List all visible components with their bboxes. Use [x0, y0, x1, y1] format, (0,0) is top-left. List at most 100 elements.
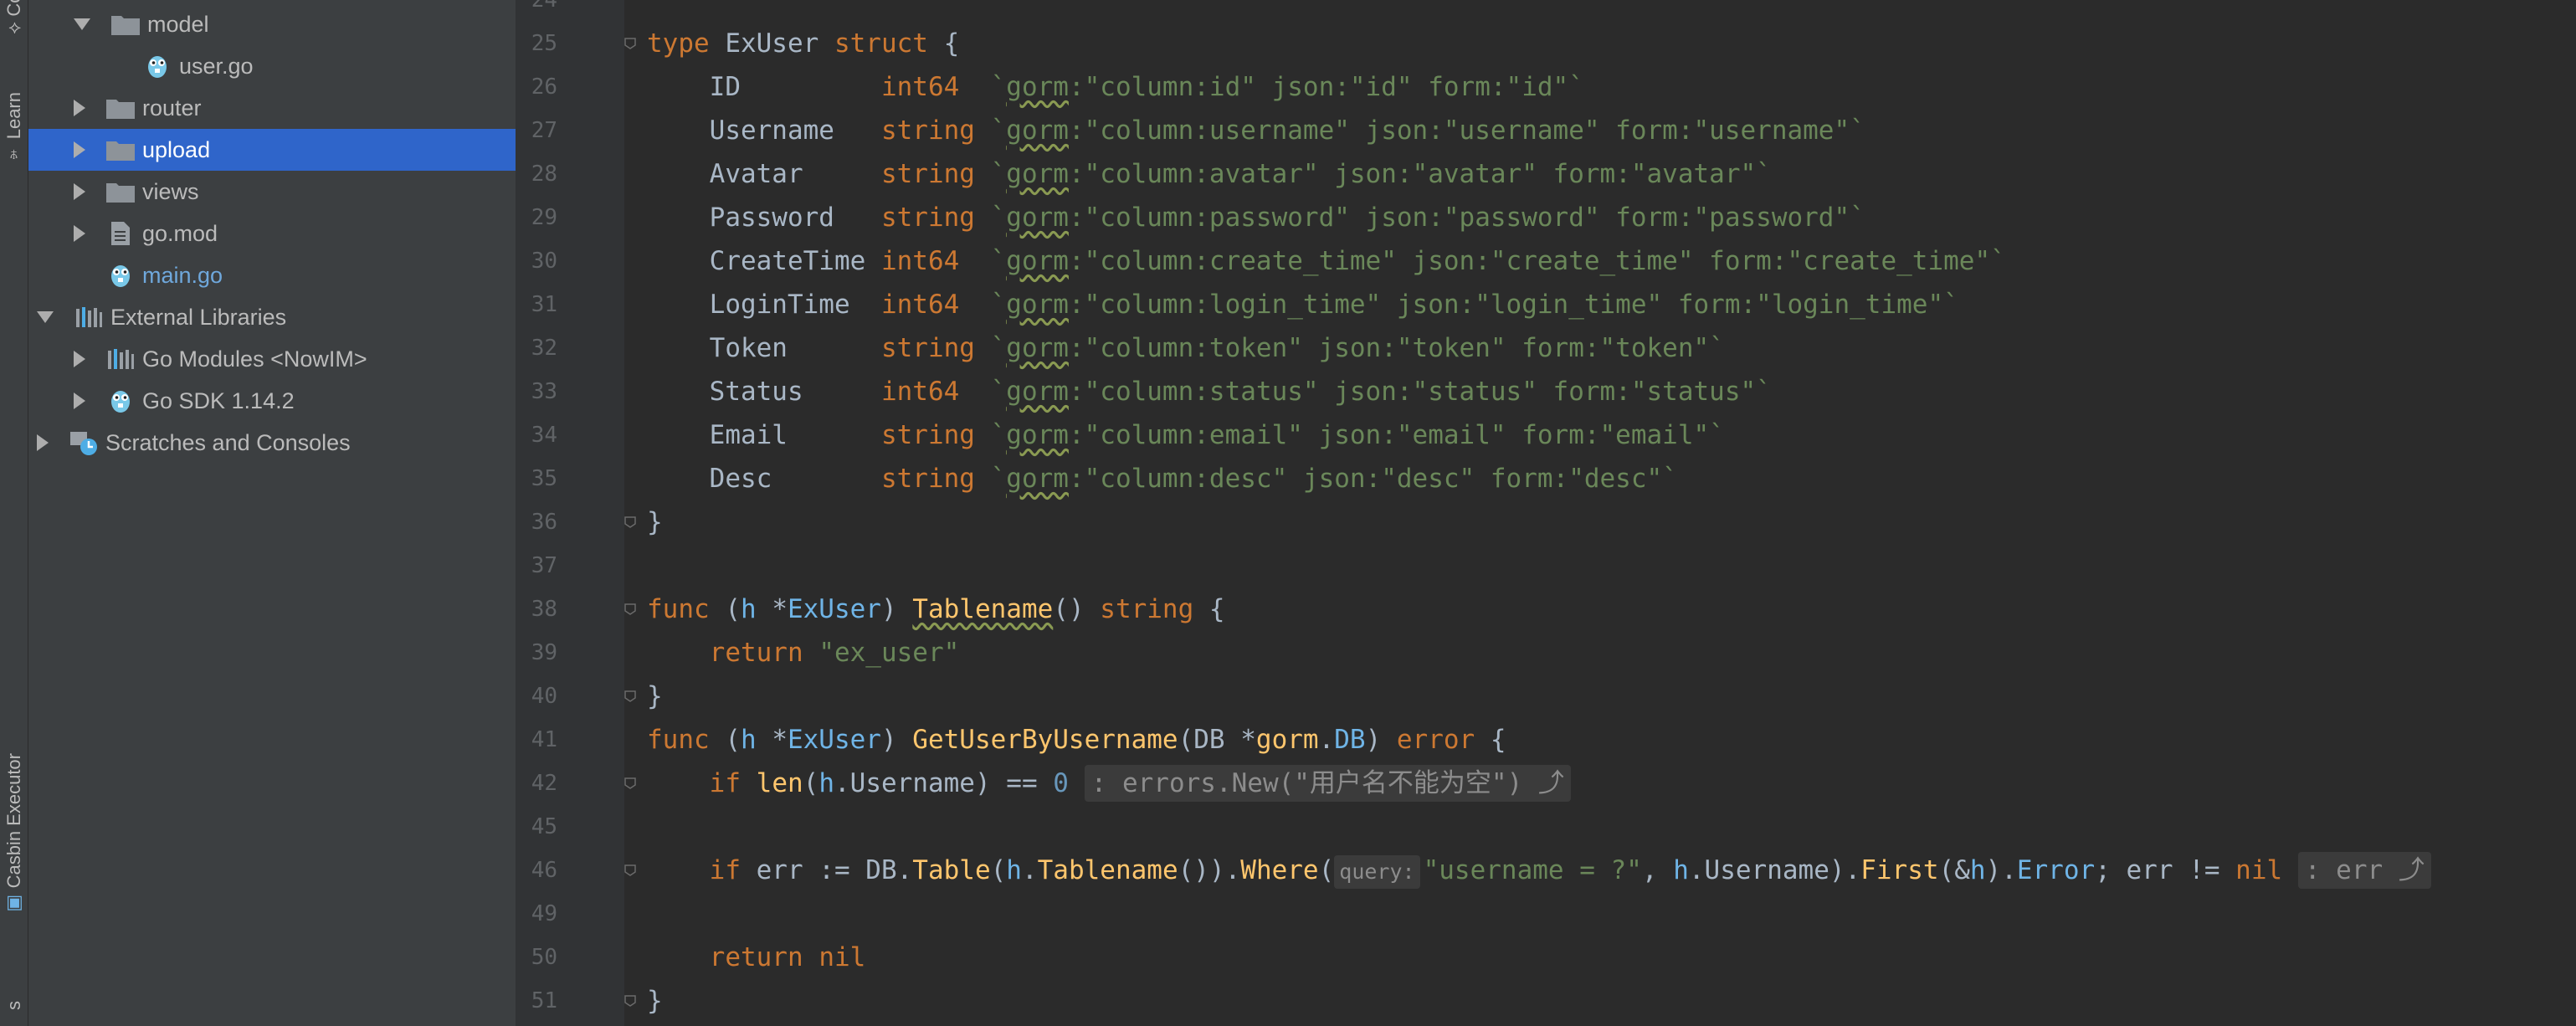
code-line[interactable]: }	[647, 675, 663, 718]
casbin-icon: ▣	[3, 893, 24, 915]
code-line[interactable]: Desc string `gorm:"column:desc" json:"de…	[647, 457, 1678, 500]
tree-item-label: user.go	[179, 53, 254, 79]
chevron-right-icon[interactable]	[37, 434, 49, 451]
line-number: 46	[531, 858, 557, 883]
tree-item[interactable]: upload	[28, 129, 516, 171]
line-number: 32	[531, 336, 557, 361]
code-line[interactable]: ID int64 `gorm:"column:id" json:"id" for…	[647, 65, 1584, 109]
chevron-right-icon[interactable]	[74, 100, 85, 116]
fold-marker-icon[interactable]	[624, 995, 636, 1007]
line-number: 51	[531, 988, 557, 1013]
line-number: 26	[531, 74, 557, 100]
fold-marker-icon[interactable]	[624, 864, 636, 876]
tool-tab-bottom-label: s	[3, 1001, 24, 1010]
tree-item-label: Go Modules <NowIM>	[142, 346, 367, 372]
go-file-icon	[105, 263, 136, 288]
chevron-right-icon[interactable]	[74, 351, 85, 367]
code-line[interactable]: func (h *ExUser) GetUserByUsername(DB *g…	[647, 718, 1506, 762]
tool-tab-casbin[interactable]: ▣ Casbin Executor	[3, 753, 25, 914]
line-number-gutter: 24 25 26 27 28 29 30 31 32 33 34 35 36 37 38 39 40 41 42 45…	[516, 0, 624, 1026]
tree-item-label: Scratches and Consoles	[105, 429, 351, 455]
chevron-right-icon[interactable]	[74, 183, 85, 200]
chevron-down-icon[interactable]	[37, 311, 54, 323]
folder-icon	[105, 179, 136, 204]
parameter-hint: query:	[1334, 855, 1420, 889]
library-icon	[105, 346, 136, 372]
tree-item[interactable]: main.go	[28, 254, 516, 296]
code-line[interactable]: Avatar string `gorm:"column:avatar" json…	[647, 152, 1772, 196]
code-line[interactable]: Password string `gorm:"column:password" …	[647, 196, 1865, 239]
code-line[interactable]: Status int64 `gorm:"column:status" json:…	[647, 370, 1772, 413]
line-number: 45	[531, 814, 557, 839]
tool-tab-top-label: Co	[3, 0, 24, 18]
line-number: 28	[531, 162, 557, 187]
folded-code-hint[interactable]: : errors.New("用户名不能为空") ⤴	[1084, 765, 1571, 802]
code-line[interactable]: Username string `gorm:"column:username" …	[647, 109, 1865, 152]
tool-tab-learn[interactable]: ♆ Learn	[3, 92, 25, 165]
chevron-right-icon[interactable]	[74, 141, 85, 158]
line-number: 36	[531, 510, 557, 535]
line-number: 24	[531, 0, 557, 13]
chevron-right-icon[interactable]	[74, 225, 85, 242]
tree-item[interactable]: External Libraries	[28, 296, 516, 338]
tree-item[interactable]: Go SDK 1.14.2	[28, 380, 516, 422]
learn-icon: ♆	[3, 144, 24, 166]
tree-item-label: views	[142, 178, 199, 204]
line-number: 49	[531, 901, 557, 926]
code-line[interactable]: if err := DB.Table(h.Tablename()).Where(…	[647, 849, 2431, 892]
fold-marker-icon[interactable]	[624, 38, 636, 49]
project-tree: model user.go router upload views go.mod main.…	[28, 0, 516, 1026]
tree-item[interactable]: go.mod	[28, 213, 516, 254]
go-file-icon	[105, 388, 136, 413]
line-number: 29	[531, 205, 557, 230]
tool-tab-top[interactable]: ⟡ Co	[3, 0, 25, 34]
chevron-right-icon[interactable]	[74, 392, 85, 409]
tree-item[interactable]: Scratches and Consoles	[28, 422, 516, 464]
library-icon	[74, 305, 104, 330]
commit-icon: ⟡	[3, 22, 24, 34]
tree-item[interactable]: views	[28, 171, 516, 213]
fold-marker-icon[interactable]	[624, 777, 636, 789]
tree-item-label: router	[142, 95, 202, 121]
line-number: 37	[531, 553, 557, 578]
tree-item[interactable]: user.go	[28, 45, 516, 87]
line-number: 40	[531, 684, 557, 709]
folded-code-hint[interactable]: : err ⤴	[2297, 852, 2431, 889]
tool-tab-learn-label: Learn	[3, 92, 24, 140]
tree-item-label: model	[147, 11, 209, 37]
tree-item[interactable]: router	[28, 87, 516, 129]
line-number: 50	[531, 945, 557, 970]
line-number: 38	[531, 597, 557, 622]
file-icon	[105, 221, 136, 246]
tree-item-label: External Libraries	[110, 304, 287, 330]
tool-tab-bottom[interactable]: s	[3, 1001, 25, 1010]
code-line[interactable]: func (h *ExUser) Tablename() string {	[647, 587, 1225, 631]
folder-icon	[105, 137, 136, 162]
tree-item[interactable]: model	[28, 3, 516, 45]
code-line[interactable]: CreateTime int64 `gorm:"column:create_ti…	[647, 239, 2006, 283]
line-number: 33	[531, 379, 557, 404]
left-tool-strip: ⟡ Co ♆ Learn ▣ Casbin Executor s	[0, 0, 28, 1026]
chevron-down-icon[interactable]	[74, 18, 90, 30]
code-line[interactable]: Token string `gorm:"column:token" json:"…	[647, 326, 1725, 370]
line-number: 35	[531, 466, 557, 491]
tree-item[interactable]: Go Modules <NowIM>	[28, 338, 516, 380]
code-line[interactable]: return "ex_user"	[647, 631, 960, 675]
fold-marker-icon[interactable]	[624, 690, 636, 702]
fold-marker-icon[interactable]	[624, 516, 636, 528]
code-line[interactable]: }	[647, 500, 663, 544]
code-editor[interactable]: 24 25 26 27 28 29 30 31 32 33 34 35 36 37 38 39 40 41 42 45…	[516, 0, 2576, 1026]
line-number: 42	[531, 771, 557, 796]
scratches-icon	[69, 430, 99, 455]
code-line[interactable]: return nil	[647, 936, 866, 979]
code-line[interactable]: if len(h.Username) == 0 : errors.New("用户…	[647, 762, 1571, 805]
folder-icon	[105, 95, 136, 121]
line-number: 25	[531, 31, 557, 56]
tree-item-label: upload	[142, 136, 211, 162]
code-line[interactable]: }	[647, 979, 663, 1023]
fold-marker-icon[interactable]	[624, 603, 636, 615]
code-line[interactable]: type ExUser struct {	[647, 22, 959, 65]
code-line[interactable]: LoginTime int64 `gorm:"column:login_time…	[647, 283, 1959, 326]
code-line[interactable]: Email string `gorm:"column:email" json:"…	[647, 413, 1725, 457]
folder-icon	[110, 12, 141, 37]
